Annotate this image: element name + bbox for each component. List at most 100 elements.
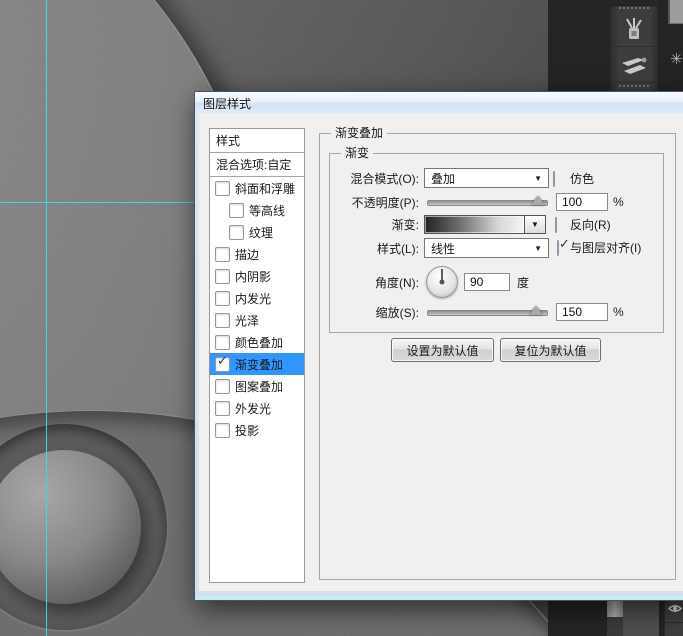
inner-shadow-checkbox[interactable] bbox=[215, 269, 230, 284]
brush-presets-icon[interactable] bbox=[613, 48, 655, 83]
sidebar-item-label: 内阴影 bbox=[235, 268, 271, 285]
reverse-label: 反向(R) bbox=[570, 217, 611, 231]
dock-header bbox=[610, 0, 658, 6]
styles-list-header[interactable]: 样式 bbox=[210, 129, 304, 153]
dither-checkbox[interactable] bbox=[553, 171, 555, 187]
scale-unit: % bbox=[613, 305, 624, 319]
drop-shadow-checkbox[interactable] bbox=[215, 423, 230, 438]
sidebar-item-satin[interactable]: 光泽 bbox=[210, 309, 304, 331]
satin-checkbox[interactable] bbox=[215, 313, 230, 328]
dither-label: 仿色 bbox=[570, 171, 594, 185]
angle-dial[interactable] bbox=[426, 266, 458, 298]
sidebar-item-label: 渐变叠加 bbox=[235, 356, 283, 373]
chevron-down-icon: ▼ bbox=[531, 220, 539, 229]
gradient-label: 渐变: bbox=[327, 214, 419, 234]
sidebar-item-bevel-emboss[interactable]: 斜面和浮雕 bbox=[210, 177, 304, 199]
opacity-unit: % bbox=[613, 195, 624, 209]
gradient-subgroup-title: 渐变 bbox=[341, 146, 373, 160]
outer-glow-checkbox[interactable] bbox=[215, 401, 230, 416]
sidebar-item-blending-options[interactable]: 混合选项:自定 bbox=[210, 153, 304, 177]
eye-icon[interactable] bbox=[668, 603, 682, 614]
sidebar-item-label: 外发光 bbox=[235, 400, 271, 417]
scale-slider-thumb[interactable] bbox=[529, 306, 543, 315]
scale-label: 缩放(S): bbox=[327, 302, 419, 322]
gradient-dropdown-button[interactable]: ▼ bbox=[524, 216, 545, 233]
sidebar-item-inner-shadow[interactable]: 内阴影 bbox=[210, 265, 304, 287]
panel-fragment bbox=[623, 599, 659, 636]
opacity-slider-track[interactable] bbox=[427, 200, 548, 206]
layers-panel-fragment bbox=[664, 599, 683, 636]
set-default-button[interactable]: 设置为默认值 bbox=[391, 338, 494, 362]
blend-mode-label: 混合模式(O): bbox=[327, 168, 419, 188]
style-label: 样式(L): bbox=[327, 238, 419, 258]
texture-checkbox[interactable] bbox=[229, 225, 244, 240]
gradient-preview[interactable] bbox=[425, 216, 524, 233]
sidebar-item-label: 图案叠加 bbox=[235, 378, 283, 395]
reverse-checkbox[interactable] bbox=[555, 217, 557, 233]
blend-mode-select[interactable]: 叠加 ▼ bbox=[424, 168, 549, 188]
starburst-icon[interactable]: ✳ bbox=[670, 50, 683, 68]
reset-default-button[interactable]: 复位为默认值 bbox=[500, 338, 601, 362]
align-with-layer-checkbox[interactable]: ✓ bbox=[557, 240, 559, 256]
style-value: 线性 bbox=[431, 240, 455, 257]
inner-glow-checkbox[interactable] bbox=[215, 291, 230, 306]
panel-corner-fragment bbox=[668, 0, 683, 24]
scale-input[interactable] bbox=[556, 303, 608, 321]
sidebar-item-label: 描边 bbox=[235, 246, 259, 263]
styles-header-label: 样式 bbox=[216, 132, 240, 149]
bevel-emboss-checkbox[interactable] bbox=[215, 181, 230, 196]
contour-checkbox[interactable] bbox=[229, 203, 244, 218]
sidebar-item-label: 颜色叠加 bbox=[235, 334, 283, 351]
sidebar-item-label: 投影 bbox=[235, 422, 259, 439]
styles-list: 样式 混合选项:自定 斜面和浮雕 等高线 纹理 bbox=[209, 128, 305, 583]
sidebar-item-label: 斜面和浮雕 bbox=[235, 180, 295, 197]
panel-divider bbox=[665, 622, 683, 623]
opacity-slider-thumb[interactable] bbox=[531, 196, 545, 205]
stroke-checkbox[interactable] bbox=[215, 247, 230, 262]
sidebar-item-inner-glow[interactable]: 内发光 bbox=[210, 287, 304, 309]
chevron-down-icon: ▼ bbox=[534, 244, 542, 253]
sidebar-item-color-overlay[interactable]: 颜色叠加 bbox=[210, 331, 304, 353]
pattern-overlay-checkbox[interactable] bbox=[215, 379, 230, 394]
angle-dial-hub bbox=[440, 280, 445, 285]
dialog-content: 样式 混合选项:自定 斜面和浮雕 等高线 纹理 bbox=[199, 114, 683, 591]
scrollbar-thumb[interactable] bbox=[607, 599, 623, 617]
sidebar-item-label: 纹理 bbox=[249, 224, 273, 241]
dialog-titlebar[interactable]: 图层样式 bbox=[195, 92, 683, 114]
tool-presets-icon[interactable] bbox=[613, 12, 655, 47]
opacity-input[interactable] bbox=[556, 193, 608, 211]
sidebar-item-gradient-overlay[interactable]: ✓ 渐变叠加 bbox=[210, 353, 304, 375]
dialog-bottom-frame bbox=[196, 596, 683, 599]
sidebar-item-texture[interactable]: 纹理 bbox=[210, 221, 304, 243]
sidebar-item-pattern-overlay[interactable]: 图案叠加 bbox=[210, 375, 304, 397]
icon-panel-dock bbox=[610, 0, 658, 91]
angle-label: 角度(N): bbox=[327, 272, 419, 292]
color-overlay-checkbox[interactable] bbox=[215, 335, 230, 350]
chevron-down-icon: ▼ bbox=[534, 174, 542, 183]
sidebar-item-label: 内发光 bbox=[235, 290, 271, 307]
layer-style-dialog: 图层样式 样式 混合选项:自定 斜面和浮雕 等高线 bbox=[194, 91, 683, 601]
blend-mode-value: 叠加 bbox=[431, 170, 455, 187]
sidebar-item-label: 等高线 bbox=[249, 202, 285, 219]
check-icon: ✓ bbox=[559, 237, 570, 250]
angle-unit: 度 bbox=[517, 275, 529, 289]
sidebar-item-drop-shadow[interactable]: 投影 bbox=[210, 419, 304, 441]
align-with-layer-label: 与图层对齐(I) bbox=[570, 240, 641, 254]
sidebar-item-contour[interactable]: 等高线 bbox=[210, 199, 304, 221]
photoshop-workspace: ✳ 图层样式 样式 混合选项:自定 bbox=[0, 0, 683, 636]
check-icon: ✓ bbox=[217, 354, 228, 367]
vertical-guide[interactable] bbox=[46, 0, 47, 636]
dialog-title: 图层样式 bbox=[203, 95, 251, 112]
opacity-label: 不透明度(P): bbox=[327, 192, 419, 212]
scrollbar-track[interactable] bbox=[607, 617, 623, 636]
gradient-overlay-group-title: 渐变叠加 bbox=[331, 126, 387, 140]
style-select[interactable]: 线性 ▼ bbox=[424, 238, 549, 258]
dock-grip-dots[interactable] bbox=[619, 7, 649, 9]
dock-grip-dots[interactable] bbox=[619, 85, 649, 87]
sidebar-item-outer-glow[interactable]: 外发光 bbox=[210, 397, 304, 419]
sidebar-item-label: 光泽 bbox=[235, 312, 259, 329]
sidebar-item-stroke[interactable]: 描边 bbox=[210, 243, 304, 265]
gradient-overlay-checkbox[interactable]: ✓ bbox=[215, 357, 230, 372]
angle-input[interactable] bbox=[464, 273, 510, 291]
gradient-picker[interactable]: ▼ bbox=[424, 215, 546, 234]
